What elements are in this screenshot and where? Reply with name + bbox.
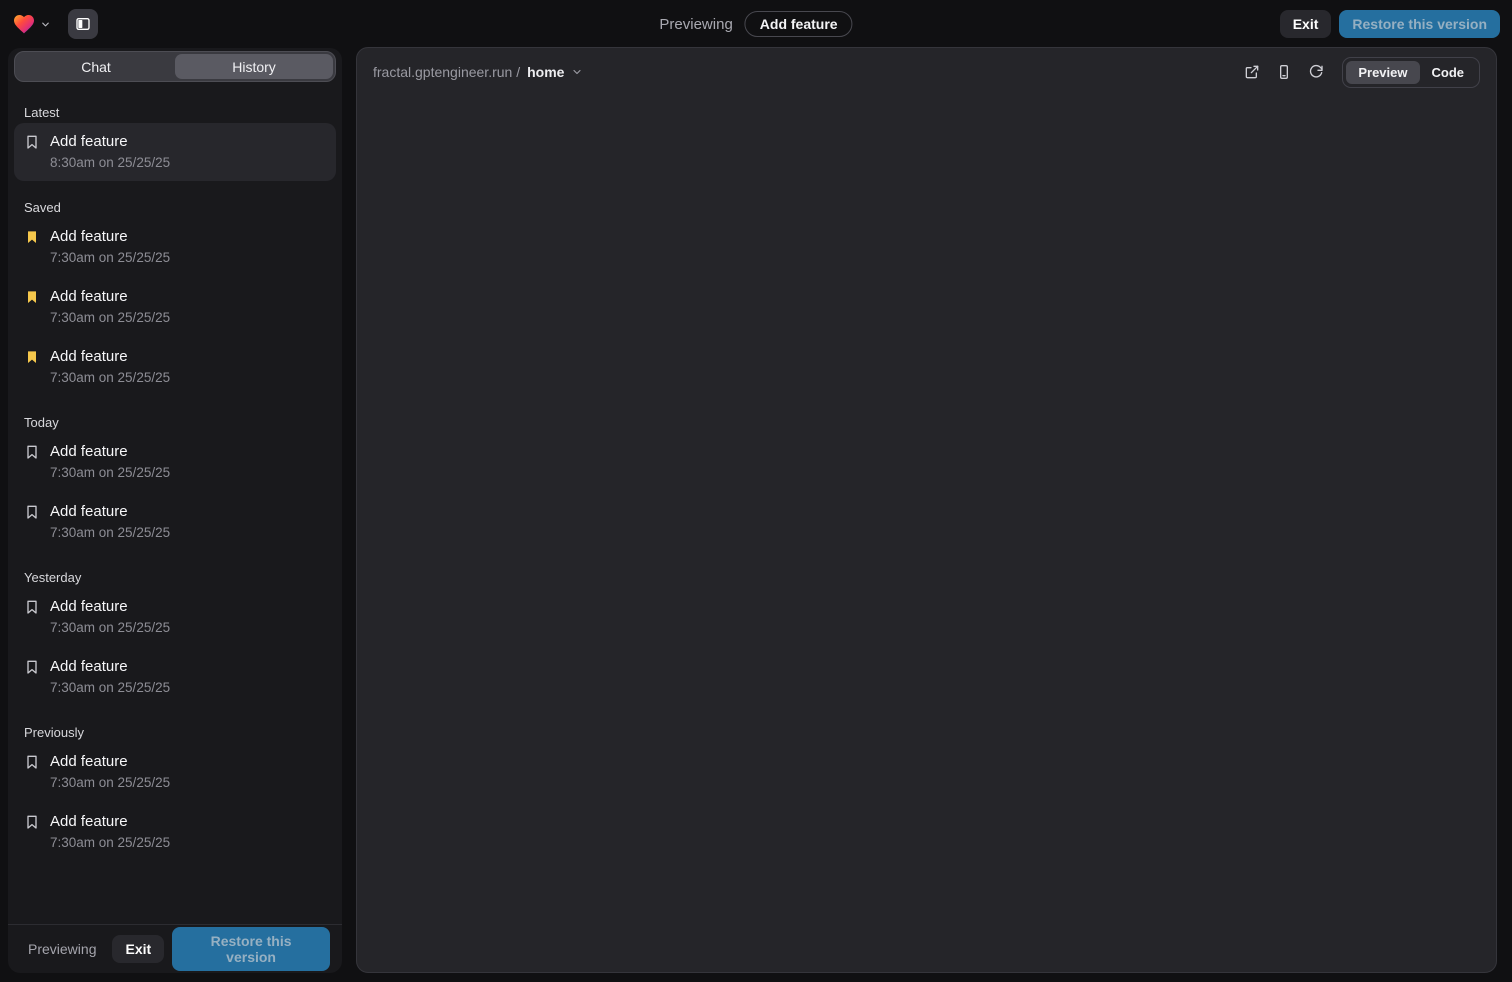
section-label-latest: Latest — [24, 105, 326, 120]
external-link-icon — [1244, 64, 1260, 80]
history-item-title: Add feature — [50, 228, 128, 245]
preview-content[interactable] — [357, 96, 1496, 972]
footer-previewing-label: Previewing — [28, 941, 96, 957]
preview-url-prefix: fractal.gptengineer.run / — [373, 64, 520, 80]
topbar: Previewing Add feature Exit Restore this… — [0, 0, 1512, 48]
section-label-saved: Saved — [24, 200, 326, 215]
previewing-label: Previewing — [659, 16, 732, 33]
section-label-yesterday: Yesterday — [24, 570, 326, 585]
topbar-actions: Exit Restore this version — [1280, 10, 1500, 38]
history-item[interactable]: Add feature 7:30am on 25/25/25 — [14, 278, 336, 336]
history-item[interactable]: Add feature 7:30am on 25/25/25 — [14, 218, 336, 276]
history-item[interactable]: Add feature 7:30am on 25/25/25 — [14, 588, 336, 646]
history-item-time: 8:30am on 25/25/25 — [50, 155, 326, 170]
sidebar-toggle-button[interactable] — [68, 9, 98, 39]
brand — [12, 9, 98, 39]
bookmark-icon — [24, 599, 40, 615]
footer-restore-version-button[interactable]: Restore this version — [172, 927, 330, 971]
preview-panel: fractal.gptengineer.run / home — [356, 47, 1497, 973]
chevron-down-icon — [571, 66, 583, 78]
history-item[interactable]: Add feature 7:30am on 25/25/25 — [14, 648, 336, 706]
history-item-time: 7:30am on 25/25/25 — [50, 525, 326, 540]
open-in-new-tab-button[interactable] — [1238, 58, 1266, 86]
history-item-time: 7:30am on 25/25/25 — [50, 250, 326, 265]
history-item-title: Add feature — [50, 753, 128, 770]
view-code-button[interactable]: Code — [1420, 61, 1477, 84]
restore-version-button[interactable]: Restore this version — [1339, 10, 1500, 38]
footer-exit-button[interactable]: Exit — [112, 935, 164, 963]
bookmark-icon — [24, 444, 40, 460]
bookmark-filled-icon — [24, 349, 40, 365]
history-item-time: 7:30am on 25/25/25 — [50, 310, 326, 325]
preview-status: Previewing Add feature — [659, 0, 852, 48]
app-logo-menu[interactable] — [12, 12, 51, 36]
history-item-title: Add feature — [50, 443, 128, 460]
view-preview-button[interactable]: Preview — [1346, 61, 1419, 84]
sidebar-footer: Previewing Exit Restore this version — [8, 924, 342, 973]
preview-browser-bar: fractal.gptengineer.run / home — [357, 48, 1496, 96]
history-item-time: 7:30am on 25/25/25 — [50, 620, 326, 635]
history-item[interactable]: Add feature 7:30am on 25/25/25 — [14, 433, 336, 491]
preview-bar-actions: Preview Code — [1238, 57, 1480, 88]
history-item-title: Add feature — [50, 813, 128, 830]
history-item[interactable]: Add feature 7:30am on 25/25/25 — [14, 743, 336, 801]
tab-chat[interactable]: Chat — [17, 54, 175, 79]
history-item-title: Add feature — [50, 658, 128, 675]
refresh-button[interactable] — [1302, 58, 1330, 86]
history-item-time: 7:30am on 25/25/25 — [50, 835, 326, 850]
panel-left-icon — [75, 16, 91, 32]
history-item-time: 7:30am on 25/25/25 — [50, 775, 326, 790]
history-sidebar: Chat History Latest Add feature 8:30am o… — [8, 48, 342, 973]
history-item-title: Add feature — [50, 598, 128, 615]
history-item-time: 7:30am on 25/25/25 — [50, 680, 326, 695]
sidebar-tabs: Chat History — [14, 51, 336, 82]
history-item[interactable]: Add feature 7:30am on 25/25/25 — [14, 493, 336, 551]
section-label-today: Today — [24, 415, 326, 430]
bookmark-icon — [24, 134, 40, 150]
history-item[interactable]: Add feature 7:30am on 25/25/25 — [14, 338, 336, 396]
exit-button[interactable]: Exit — [1280, 10, 1332, 38]
refresh-icon — [1308, 64, 1324, 80]
smartphone-icon — [1276, 64, 1292, 80]
version-badge[interactable]: Add feature — [745, 11, 853, 37]
history-item-time: 7:30am on 25/25/25 — [50, 465, 326, 480]
view-mode-toggle: Preview Code — [1342, 57, 1480, 88]
mobile-preview-button[interactable] — [1270, 58, 1298, 86]
bookmark-filled-icon — [24, 229, 40, 245]
history-item-title: Add feature — [50, 348, 128, 365]
preview-url-page: home — [527, 64, 564, 80]
section-label-previously: Previously — [24, 725, 326, 740]
history-list[interactable]: Latest Add feature 8:30am on 25/25/25 Sa… — [8, 86, 342, 924]
chevron-down-icon — [40, 19, 51, 30]
tab-history[interactable]: History — [175, 54, 333, 79]
history-item[interactable]: Add feature 8:30am on 25/25/25 — [14, 123, 336, 181]
history-item-time: 7:30am on 25/25/25 — [50, 370, 326, 385]
bookmark-filled-icon — [24, 289, 40, 305]
lovable-heart-logo-icon — [12, 12, 36, 36]
history-item[interactable]: Add feature 7:30am on 25/25/25 — [14, 803, 336, 861]
history-item-title: Add feature — [50, 503, 128, 520]
bookmark-icon — [24, 754, 40, 770]
bookmark-icon — [24, 504, 40, 520]
preview-url-selector[interactable]: fractal.gptengineer.run / home — [373, 64, 583, 80]
history-item-title: Add feature — [50, 133, 128, 150]
bookmark-icon — [24, 659, 40, 675]
history-item-title: Add feature — [50, 288, 128, 305]
bookmark-icon — [24, 814, 40, 830]
